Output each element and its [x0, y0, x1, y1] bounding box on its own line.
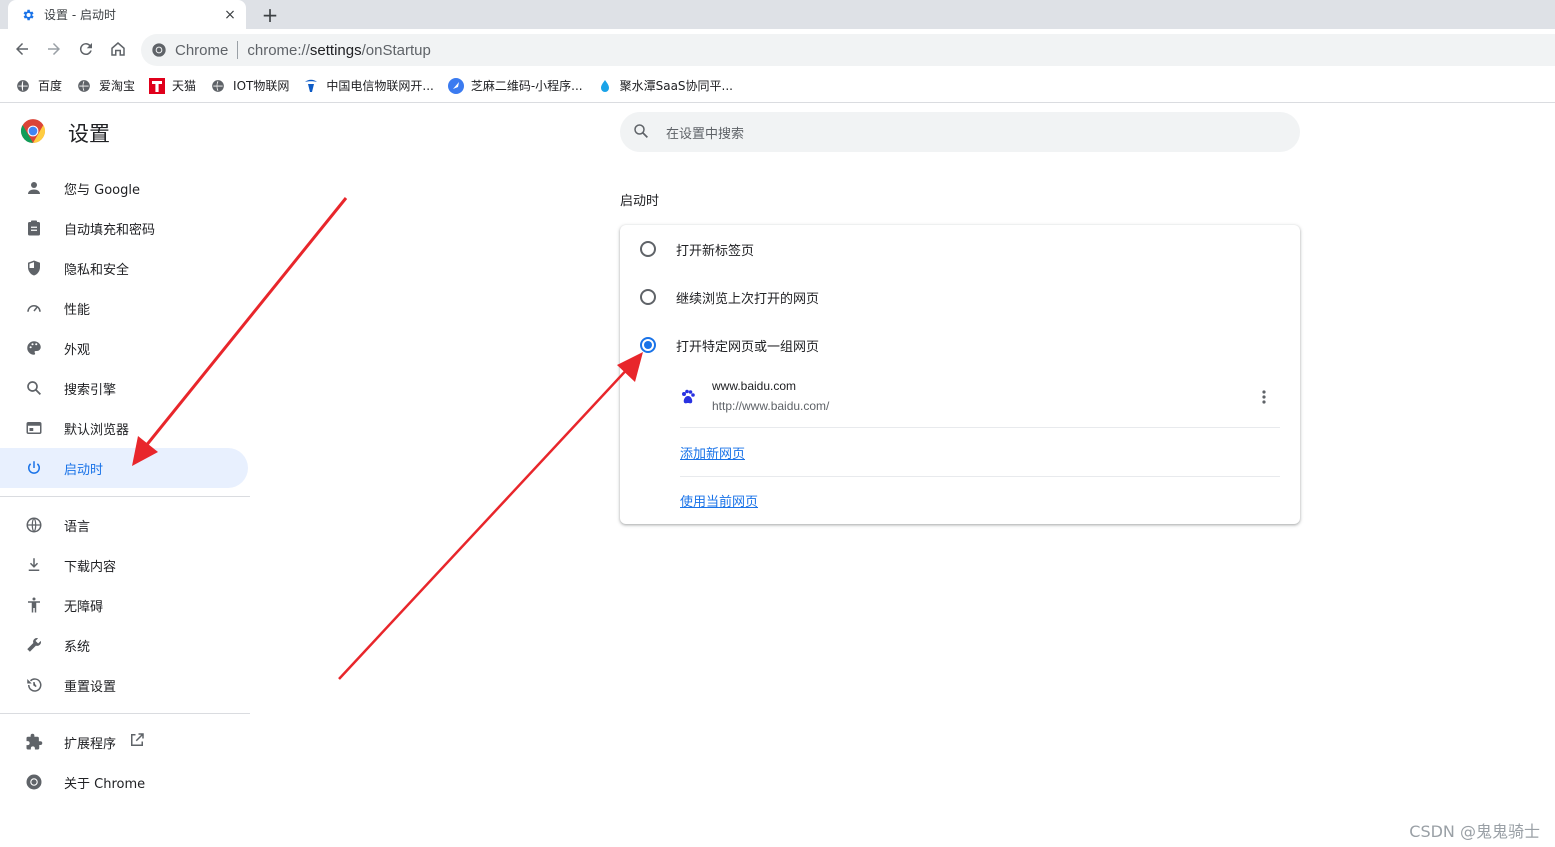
tab-settings[interactable]: 设置 - 启动时 × — [8, 0, 246, 29]
globe-icon — [76, 78, 92, 94]
person-icon — [24, 178, 44, 198]
url-separator — [237, 41, 239, 59]
reload-icon — [79, 43, 92, 56]
shield-icon — [24, 258, 44, 278]
sidebar-item-performance[interactable]: 性能 — [0, 288, 250, 328]
bookmarks-bar: 百度 爱淘宝 天猫 IOT物联网 中国电信物联网开... 芝麻二维码-小程序..… — [0, 69, 1555, 103]
sidebar-item-about-chrome[interactable]: 关于 Chrome — [0, 762, 250, 802]
sidebar-item-accessibility[interactable]: 无障碍 — [0, 585, 250, 625]
startup-card: 打开新标签页 继续浏览上次打开的网页 打开特定网页或一组网页 www.baidu… — [620, 225, 1300, 524]
section-title: 启动时 — [620, 194, 660, 209]
arrow-right-icon — [48, 43, 60, 55]
radio-button[interactable] — [640, 241, 656, 257]
home-icon — [111, 42, 125, 56]
annotation-arrow — [338, 352, 643, 680]
wrench-icon — [24, 635, 44, 655]
download-icon — [24, 555, 44, 575]
sidebar-item-on-startup[interactable]: 启动时 — [0, 448, 248, 488]
sidebar-item-downloads[interactable]: 下载内容 — [0, 545, 250, 585]
bookmark-tmall[interactable]: 天猫 — [142, 72, 203, 100]
sidebar-item-appearance[interactable]: 外观 — [0, 328, 250, 368]
gear-icon — [20, 7, 36, 23]
radio-button[interactable] — [640, 289, 656, 305]
startup-page-url: http://www.baidu.com/ — [712, 399, 830, 413]
globe-icon — [15, 78, 31, 94]
startup-page-item: www.baidu.com http://www.baidu.com/ — [680, 373, 1280, 428]
drop-icon — [597, 78, 613, 94]
url-text: chrome://settings/onStartup — [247, 41, 431, 59]
more-vert-icon[interactable] — [1256, 387, 1272, 407]
search-placeholder: 在设置中搜索 — [666, 126, 745, 142]
add-new-page-link[interactable]: 添加新网页 — [680, 443, 745, 462]
sidebar-divider — [0, 713, 250, 714]
puzzle-icon — [24, 732, 44, 752]
chrome-window: 设置 - 启动时 × + Chrome chrome://settings/on… — [0, 0, 1555, 847]
sidebar-item-system[interactable]: 系统 — [0, 625, 250, 665]
use-current-pages-link[interactable]: 使用当前网页 — [680, 491, 758, 510]
reload-button[interactable] — [74, 37, 98, 61]
palette-icon — [24, 338, 44, 358]
sidebar-item-extensions[interactable]: 扩展程序 — [0, 722, 250, 762]
forward-button[interactable] — [42, 37, 66, 61]
back-button[interactable] — [10, 37, 34, 61]
tab-title: 设置 - 启动时 — [44, 8, 116, 22]
chrome-icon — [151, 42, 167, 58]
address-bar[interactable]: Chrome chrome://settings/onStartup — [141, 34, 1555, 66]
startup-option-new-tab[interactable]: 打开新标签页 — [620, 225, 1300, 273]
bookmark-iot[interactable]: IOT物联网 — [203, 72, 296, 100]
radio-button-checked[interactable] — [640, 337, 656, 353]
sidebar-item-you-and-google[interactable]: 您与 Google — [0, 168, 250, 208]
settings-search-input[interactable]: 在设置中搜索 — [620, 112, 1300, 152]
sidebar-item-autofill[interactable]: 自动填充和密码 — [0, 208, 250, 248]
chrome-icon — [24, 772, 44, 792]
sidebar-item-privacy[interactable]: 隐私和安全 — [0, 248, 250, 288]
bookmark-zhima[interactable]: 芝麻二维码-小程序... — [441, 72, 590, 100]
restore-icon — [24, 675, 44, 695]
chrome-logo-icon — [20, 118, 46, 148]
search-icon — [24, 378, 44, 398]
home-button[interactable] — [106, 37, 130, 61]
telecom-icon — [303, 78, 319, 94]
power-icon — [24, 458, 44, 478]
globe-icon — [210, 78, 226, 94]
tab-strip: 设置 - 启动时 × + — [0, 0, 1555, 29]
accessibility-icon — [24, 595, 44, 615]
close-icon[interactable]: × — [222, 7, 238, 23]
sidebar-divider — [0, 496, 250, 497]
search-icon — [632, 122, 652, 142]
bookmark-baidu[interactable]: 百度 — [8, 72, 69, 100]
add-page-row: 添加新网页 — [680, 428, 1280, 476]
page-title: 设置 — [68, 122, 110, 146]
sidebar-item-reset[interactable]: 重置设置 — [0, 665, 250, 705]
sidebar-item-default-browser[interactable]: 默认浏览器 — [0, 408, 250, 448]
open-in-new-icon — [128, 731, 146, 753]
sidebar-item-search-engine[interactable]: 搜索引擎 — [0, 368, 250, 408]
settings-sidebar: 您与 Google 自动填充和密码 隐私和安全 性能 外观 搜索引擎 默认浏览器 — [0, 168, 250, 802]
sidebar-item-languages[interactable]: 语言 — [0, 505, 250, 545]
toolbar: Chrome chrome://settings/onStartup — [0, 29, 1555, 69]
settings-header: 设置 — [20, 118, 110, 148]
url-scheme-label: Chrome — [175, 41, 229, 59]
clipboard-icon — [24, 218, 44, 238]
feather-icon — [447, 77, 464, 94]
new-tab-button[interactable]: + — [258, 3, 282, 27]
tmall-icon — [149, 77, 166, 94]
bookmark-telecom[interactable]: 中国电信物联网开... — [296, 72, 440, 100]
startup-option-continue[interactable]: 继续浏览上次打开的网页 — [620, 273, 1300, 321]
watermark: CSDN @鬼鬼骑士 — [1409, 822, 1540, 841]
bookmark-aitaobao[interactable]: 爱淘宝 — [69, 72, 142, 100]
bookmark-jushuitan[interactable]: 聚水潭SaaS协同平... — [590, 72, 740, 100]
startup-option-specific-pages[interactable]: 打开特定网页或一组网页 — [620, 321, 1300, 369]
use-current-row: 使用当前网页 — [680, 476, 1280, 524]
globe-icon — [24, 515, 44, 535]
arrow-left-icon — [16, 43, 28, 55]
speedometer-icon — [24, 298, 44, 318]
baidu-paw-icon — [680, 389, 696, 405]
startup-page-name: www.baidu.com — [712, 379, 797, 393]
browser-icon — [24, 418, 44, 438]
